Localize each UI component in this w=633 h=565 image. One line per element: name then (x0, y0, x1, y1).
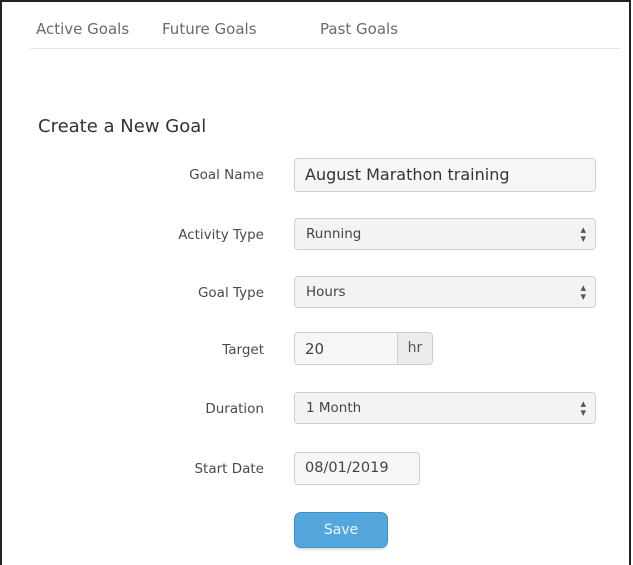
activity-type-value: Running (306, 226, 362, 242)
up-down-chevron-icon: ▴ ▾ (580, 397, 586, 419)
page-title: Create a New Goal (38, 116, 207, 137)
target-input[interactable]: 20 (294, 332, 398, 365)
goal-name-input[interactable]: August Marathon training (294, 158, 596, 192)
start-date-value: 08/01/2019 (305, 460, 389, 476)
target-unit-addon: hr (397, 332, 433, 365)
activity-type-label: Activity Type (178, 227, 264, 243)
goal-type-select[interactable]: Hours ▴ ▾ (294, 276, 596, 308)
save-button[interactable]: Save (294, 512, 388, 548)
up-down-chevron-icon: ▴ ▾ (580, 223, 586, 245)
target-input-group: 20 hr (294, 332, 433, 365)
tab-active-goals[interactable]: Active Goals (36, 20, 129, 38)
goal-name-value: August Marathon training (305, 165, 510, 184)
goal-type-label: Goal Type (197, 285, 264, 301)
start-date-input[interactable]: 08/01/2019 (294, 452, 420, 485)
tab-past-goals[interactable]: Past Goals (320, 20, 398, 38)
up-down-chevron-icon: ▴ ▾ (580, 281, 586, 303)
start-date-label: Start Date (194, 461, 264, 477)
duration-value: 1 Month (306, 400, 362, 416)
duration-label: Duration (205, 401, 264, 417)
goal-app-window: Active Goals Future Goals Past Goals Cre… (0, 0, 631, 565)
activity-type-select[interactable]: Running ▴ ▾ (294, 218, 596, 250)
target-value: 20 (305, 340, 325, 358)
duration-select[interactable]: 1 Month ▴ ▾ (294, 392, 596, 424)
goal-type-value: Hours (306, 284, 346, 300)
tab-future-goals[interactable]: Future Goals (162, 20, 257, 38)
goal-name-label: Goal Name (189, 167, 264, 183)
goal-tabs: Active Goals Future Goals Past Goals (30, 6, 620, 49)
target-label: Target (222, 342, 264, 358)
